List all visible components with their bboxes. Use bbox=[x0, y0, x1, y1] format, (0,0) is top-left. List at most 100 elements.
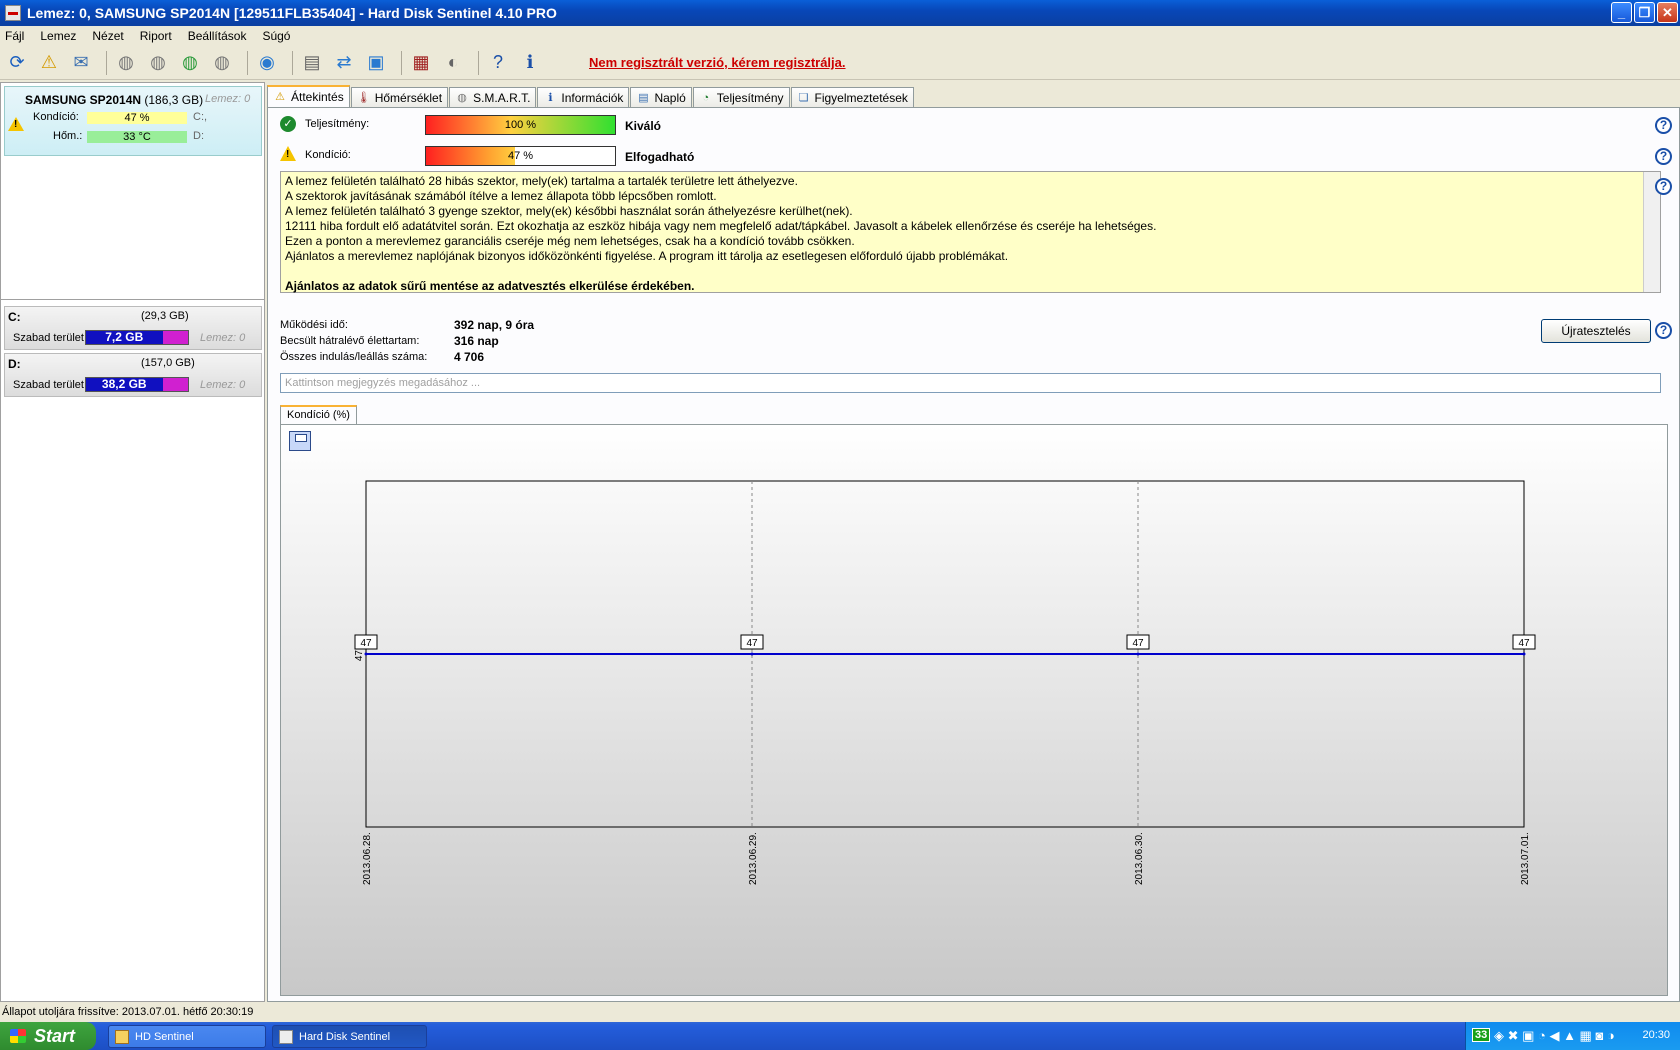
tray-icons[interactable]: ◈ ✖ ▣ ◔ ◀ ▲ ▦ ◙ ◑ bbox=[1494, 1028, 1615, 1044]
menu-settings[interactable]: Beállítások bbox=[188, 29, 247, 43]
help-icon[interactable]: ? bbox=[485, 50, 511, 76]
free-space-label: Szabad terület bbox=[13, 379, 84, 391]
unregistered-link[interactable]: Nem regisztrált verzió, kérem regisztrál… bbox=[589, 55, 846, 70]
task-hd-sentinel-folder[interactable]: HD Sentinel bbox=[108, 1025, 266, 1048]
partition-c[interactable]: C: (29,3 GB) Szabad terület 7,2 GB Lemez… bbox=[4, 306, 262, 350]
x-tick-label: 2013.06.30. bbox=[1134, 832, 1145, 885]
menu-report[interactable]: Riport bbox=[140, 29, 172, 43]
status-bar: Állapot utoljára frissítve: 2013.07.01. … bbox=[2, 1006, 254, 1018]
menu-bar: Fájl Lemez Nézet Riport Beállítások Súgó bbox=[0, 26, 1680, 46]
partition-d[interactable]: D: (157,0 GB) Szabad terület 38,2 GB Lem… bbox=[4, 353, 262, 397]
tab-overview[interactable]: ⚠ Áttekintés bbox=[267, 85, 350, 107]
help-icon[interactable]: ? bbox=[1655, 322, 1672, 339]
condition-bar: 47 % bbox=[425, 146, 616, 166]
tab-label: Információk bbox=[561, 90, 624, 105]
condition-label: Kondíció: bbox=[33, 111, 79, 123]
temperature-tray-badge[interactable]: 33 bbox=[1472, 1028, 1491, 1042]
data-point bbox=[1136, 652, 1140, 656]
tab-performance[interactable]: ◔ Teljesítmény bbox=[692, 87, 790, 107]
disk-card[interactable]: SAMSUNG SP2014N (186,3 GB) Lemez: 0 Kond… bbox=[4, 86, 262, 156]
alerts-icon: ❏ bbox=[798, 91, 809, 104]
sync-icon[interactable]: ⇄ bbox=[331, 50, 357, 76]
disk-icon: ◍ bbox=[457, 91, 467, 104]
monitor-icon[interactable]: ▦ bbox=[408, 50, 434, 76]
tab-label: S.M.A.R.T. bbox=[473, 90, 531, 105]
network-icon[interactable]: ▣ bbox=[363, 50, 389, 76]
warning-icon: ⚠ bbox=[275, 91, 285, 103]
remaining-label: Becsült hátralévő élettartam: bbox=[280, 335, 420, 347]
tab-label: Áttekintés bbox=[291, 90, 344, 104]
note-input[interactable]: Kattintson megjegyzés megadásához ... bbox=[280, 373, 1661, 393]
menu-help[interactable]: Súgó bbox=[262, 29, 290, 43]
starts-label: Összes indulás/leállás száma: bbox=[280, 351, 428, 363]
mail-icon[interactable]: ✉ bbox=[68, 50, 94, 76]
tab-smart[interactable]: ◍ S.M.A.R.T. bbox=[449, 87, 537, 107]
retest-button[interactable]: Újratesztelés bbox=[1541, 319, 1651, 343]
clock: 20:30 bbox=[1642, 1029, 1670, 1041]
sound-icon[interactable]: ◐ bbox=[440, 50, 466, 76]
chart-tab-condition[interactable]: Kondíció (%) bbox=[280, 405, 357, 425]
message-line: A szektorok javításának számából ítélve … bbox=[285, 189, 717, 203]
alert-icon[interactable]: ⚠ bbox=[36, 50, 62, 76]
tab-alerts[interactable]: ❏ Figyelmeztetések bbox=[790, 87, 914, 107]
tab-temperature[interactable]: 🌡 Hőmérséklet bbox=[350, 87, 449, 107]
globe-icon[interactable]: ◉ bbox=[254, 50, 280, 76]
temp-bar: 33 °C bbox=[87, 131, 187, 143]
app-icon[interactable] bbox=[5, 5, 21, 21]
x-tick-label: 2013.07.01. bbox=[1520, 832, 1531, 885]
help-icon[interactable]: ? bbox=[1655, 178, 1672, 195]
x-tick-label: 2013.06.29. bbox=[748, 832, 759, 885]
free-space-value: 7,2 GB bbox=[86, 331, 163, 344]
tab-log[interactable]: ▤ Napló bbox=[630, 87, 692, 107]
task-label: Hard Disk Sentinel bbox=[299, 1031, 391, 1043]
toolbar: ⟳ ⚠ ✉ ◍ ◍ ◍ ◍ ◉ ▤ ⇄ ▣ ▦ ◐ ? ℹ Nem regisz… bbox=[0, 46, 1680, 80]
overview-panel: ✓ Teljesítmény: 100 % Kiváló ? Kondíció:… bbox=[267, 107, 1680, 1002]
remaining-value: 316 nap bbox=[454, 334, 499, 348]
disk-size: (186,3 GB) bbox=[144, 93, 204, 107]
minimize-button[interactable]: _ bbox=[1611, 2, 1632, 23]
free-space-value: 38,2 GB bbox=[86, 378, 163, 391]
data-label: 47 bbox=[1132, 638, 1144, 649]
starts-value: 4 706 bbox=[454, 350, 485, 364]
refresh-icon[interactable]: ⟳ bbox=[4, 50, 30, 76]
menu-view[interactable]: Nézet bbox=[92, 29, 123, 43]
uptime-label: Működési idő: bbox=[280, 319, 348, 331]
condition-row bbox=[280, 146, 296, 161]
tab-information[interactable]: ℹ Információk bbox=[537, 87, 630, 107]
report-icon[interactable]: ▤ bbox=[299, 50, 325, 76]
partition-size: (29,3 GB) bbox=[141, 310, 189, 322]
disk-ok-icon[interactable]: ◍ bbox=[177, 50, 203, 76]
disk-name: SAMSUNG SP2014N (186,3 GB) bbox=[25, 93, 203, 107]
free-space-bar: 7,2 GB bbox=[85, 330, 189, 345]
performance-result: Kiváló bbox=[625, 119, 662, 133]
drive-letter-c: C:, bbox=[193, 111, 208, 123]
task-hard-disk-sentinel[interactable]: Hard Disk Sentinel bbox=[272, 1025, 427, 1048]
disk-check-icon[interactable]: ◍ bbox=[145, 50, 171, 76]
x-tick-label: 2013.06.28. bbox=[362, 832, 373, 885]
data-point bbox=[1522, 652, 1526, 656]
data-label: 47 bbox=[1518, 638, 1530, 649]
message-line: 12111 hiba fordult elő adatátvitel során… bbox=[285, 219, 1157, 233]
free-space-label: Szabad terület bbox=[13, 332, 84, 344]
tab-label: Napló bbox=[654, 90, 686, 105]
check-icon: ✓ bbox=[280, 116, 296, 132]
task-label: HD Sentinel bbox=[135, 1031, 194, 1043]
info-icon[interactable]: ℹ bbox=[517, 50, 543, 76]
warning-icon bbox=[8, 117, 24, 131]
menu-disk[interactable]: Lemez bbox=[40, 29, 76, 43]
disk-icon[interactable]: ◍ bbox=[113, 50, 139, 76]
disk-list-pane: SAMSUNG SP2014N (186,3 GB) Lemez: 0 Kond… bbox=[0, 82, 265, 1002]
start-button[interactable]: Start bbox=[0, 1022, 96, 1050]
condition-result: Elfogadható bbox=[625, 150, 695, 164]
performance-label: Teljesítmény: bbox=[305, 118, 370, 130]
message-line: Ajánlatos a merevlemez naplójának bizony… bbox=[285, 249, 1009, 263]
close-button[interactable]: ✕ bbox=[1657, 2, 1678, 23]
help-icon[interactable]: ? bbox=[1655, 117, 1672, 134]
help-icon[interactable]: ? bbox=[1655, 148, 1672, 165]
performance-row: ✓ bbox=[280, 116, 296, 132]
disk-tool-icon[interactable]: ◍ bbox=[209, 50, 235, 76]
restore-button[interactable]: ❐ bbox=[1634, 2, 1655, 23]
uptime-value: 392 nap, 9 óra bbox=[454, 318, 535, 332]
menu-file[interactable]: Fájl bbox=[5, 29, 24, 43]
tab-label: Teljesítmény bbox=[716, 90, 784, 105]
